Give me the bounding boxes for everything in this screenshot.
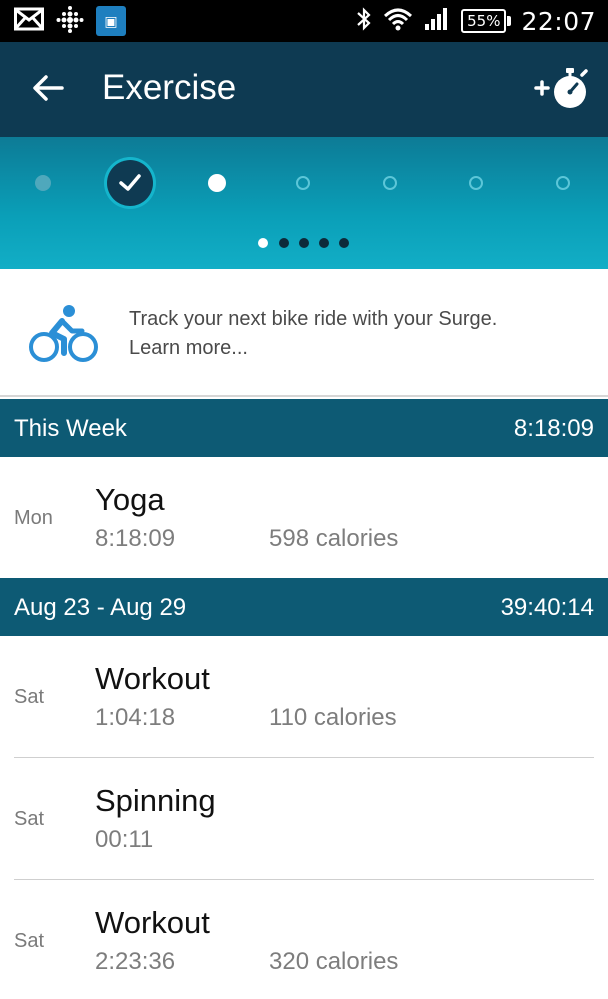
activity-day: Sat	[14, 808, 45, 830]
page-title: Exercise	[102, 68, 237, 107]
activity-duration: 00:11	[95, 826, 154, 853]
add-exercise-button[interactable]	[534, 64, 594, 114]
section-total: 8:18:09	[513, 415, 594, 442]
day-dot-future[interactable]	[296, 176, 310, 190]
activity-name: Yoga	[95, 482, 165, 517]
bike-icon	[28, 303, 100, 363]
status-bar-notifications: ▣	[14, 4, 126, 38]
week-carousel[interactable]	[0, 137, 608, 269]
promo-line: Track your next bike ride with your Surg…	[129, 308, 498, 330]
activity-row[interactable]: Sat Spinning 00:11	[0, 758, 608, 880]
activity-calories: 598 calories	[269, 525, 399, 552]
activity-calories: 320 calories	[269, 948, 399, 975]
activity-name: Workout	[95, 905, 210, 940]
add-stopwatch-icon	[534, 68, 594, 118]
day-dot-selected[interactable]	[208, 174, 226, 192]
promo-text: Track your next bike ride with your Surg…	[129, 305, 497, 363]
section-label: This Week	[14, 415, 127, 442]
day-dot-empty[interactable]	[35, 175, 51, 191]
battery-level: 55%	[461, 9, 507, 33]
page-indicator	[339, 238, 349, 248]
check-icon	[118, 172, 142, 199]
activity-day: Sat	[14, 686, 45, 708]
activity-calories: 110 calories	[269, 704, 397, 731]
activity-duration: 8:18:09	[95, 525, 176, 552]
fitbit-app-icon: ▣	[96, 6, 126, 36]
back-button[interactable]	[28, 70, 68, 110]
activity-name: Workout	[95, 661, 210, 696]
battery-icon: 55%	[461, 9, 512, 33]
status-bar: ▣ 55% 22:07	[0, 0, 608, 42]
mail-icon	[14, 7, 44, 36]
page-indicator-active	[258, 238, 268, 248]
day-dot-completed[interactable]	[107, 160, 153, 206]
day-dot-future[interactable]	[469, 176, 483, 190]
section-header: This Week 8:18:09	[0, 399, 608, 457]
page-indicator	[299, 238, 309, 248]
page-indicator	[319, 238, 329, 248]
activity-row[interactable]: Sat Workout 1:04:18 110 calories	[0, 636, 608, 758]
fitbit-dots-icon	[56, 5, 84, 38]
page-indicator	[279, 238, 289, 248]
activity-day: Mon	[14, 507, 53, 529]
activity-duration: 1:04:18	[95, 704, 176, 731]
activity-row[interactable]: Mon Yoga 8:18:09 598 calories	[0, 457, 608, 579]
arrow-left-icon	[32, 74, 64, 107]
learn-more-link[interactable]: Learn more...	[129, 334, 497, 363]
wifi-icon	[383, 6, 413, 37]
app-bar: Exercise	[0, 42, 608, 137]
section-label: Aug 23 - Aug 29	[14, 594, 187, 621]
activity-name: Spinning	[95, 783, 216, 818]
status-bar-system: 55% 22:07	[355, 4, 596, 38]
day-dot-future[interactable]	[383, 176, 397, 190]
surge-promo-card[interactable]: Track your next bike ride with your Surg…	[0, 269, 608, 397]
signal-icon	[423, 6, 451, 37]
section-header: Aug 23 - Aug 29 39:40:14	[0, 578, 608, 636]
section-total: 39:40:14	[500, 594, 594, 621]
activity-row[interactable]: Sat Workout 2:23:36 320 calories	[0, 880, 608, 999]
bluetooth-icon	[355, 6, 373, 37]
activity-day: Sat	[14, 930, 45, 952]
clock: 22:07	[521, 6, 596, 36]
activity-duration: 2:23:36	[95, 948, 176, 975]
day-dot-future[interactable]	[556, 176, 570, 190]
